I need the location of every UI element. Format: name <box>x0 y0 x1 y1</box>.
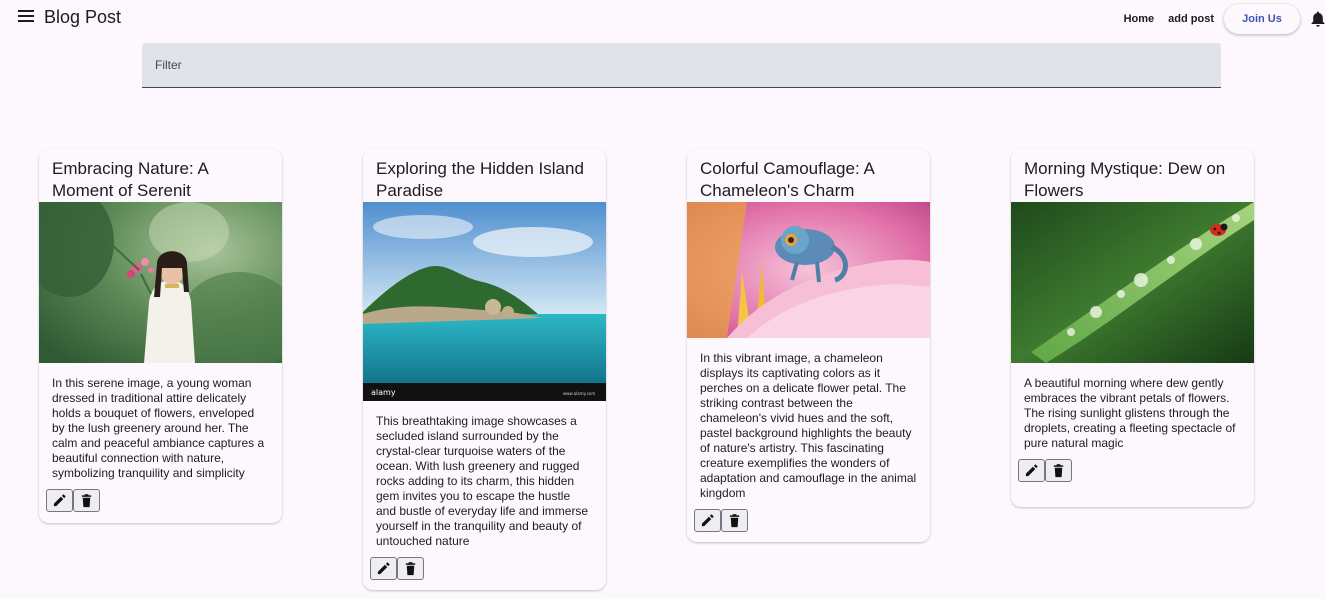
post-card: Exploring the Hidden Island Paradise ala… <box>363 149 606 590</box>
nav-home-link[interactable]: Home <box>1117 13 1162 25</box>
post-card: Embracing Nature: A Moment of Serenit In… <box>39 149 282 523</box>
pencil-icon <box>1025 464 1038 477</box>
edit-button[interactable] <box>694 509 721 532</box>
pencil-icon <box>701 514 714 527</box>
trash-icon <box>729 514 740 528</box>
post-image: alamy www.alamy.com <box>363 202 606 401</box>
post-title: Embracing Nature: A Moment of Serenit <box>52 159 208 200</box>
post-image <box>39 202 282 363</box>
delete-button[interactable] <box>397 557 424 580</box>
watermark-url: www.alamy.com <box>563 391 595 396</box>
nav-add-post-link[interactable]: add post <box>1161 13 1221 25</box>
delete-button[interactable] <box>73 489 100 512</box>
edit-button[interactable] <box>46 489 73 512</box>
pencil-icon <box>53 494 66 507</box>
edit-button[interactable] <box>1018 459 1045 482</box>
post-actions <box>1011 451 1254 492</box>
post-actions <box>39 481 282 522</box>
app-title: Blog Post <box>44 7 122 27</box>
post-actions <box>363 549 606 590</box>
post-text: A beautiful morning where dew gently emb… <box>1024 376 1236 450</box>
filter-field[interactable] <box>142 43 1221 88</box>
menu-icon[interactable] <box>18 10 36 24</box>
post-text: In this serene image, a young woman dres… <box>52 376 265 480</box>
post-image <box>1011 202 1254 363</box>
delete-button[interactable] <box>721 509 748 532</box>
edit-button[interactable] <box>370 557 397 580</box>
trash-icon <box>1053 464 1064 478</box>
filter-input[interactable] <box>142 43 1221 87</box>
top-toolbar: Blog Post Home add post Join Us <box>0 0 1325 36</box>
post-image <box>687 202 930 338</box>
post-card: Morning Mystique: Dew on Flowers A beaut… <box>1011 149 1254 507</box>
post-text: In this vibrant image, a chameleon displ… <box>700 351 917 500</box>
post-card: Colorful Camouflage: A Chameleon's Charm <box>687 149 930 542</box>
post-text: This breathtaking image showcases a secl… <box>376 414 589 548</box>
trash-icon <box>81 494 92 508</box>
bell-icon[interactable] <box>1311 11 1325 27</box>
watermark-text: alamy <box>371 388 396 397</box>
top-nav: Home add post Join Us <box>1117 4 1325 34</box>
post-actions <box>687 501 930 542</box>
trash-icon <box>405 562 416 576</box>
post-title: Colorful Camouflage: A Chameleon's Charm <box>700 159 874 200</box>
post-title: Morning Mystique: Dew on Flowers <box>1024 159 1226 200</box>
pencil-icon <box>377 562 390 575</box>
delete-button[interactable] <box>1045 459 1072 482</box>
join-us-button[interactable]: Join Us <box>1224 4 1300 34</box>
post-title: Exploring the Hidden Island Paradise <box>376 159 584 200</box>
